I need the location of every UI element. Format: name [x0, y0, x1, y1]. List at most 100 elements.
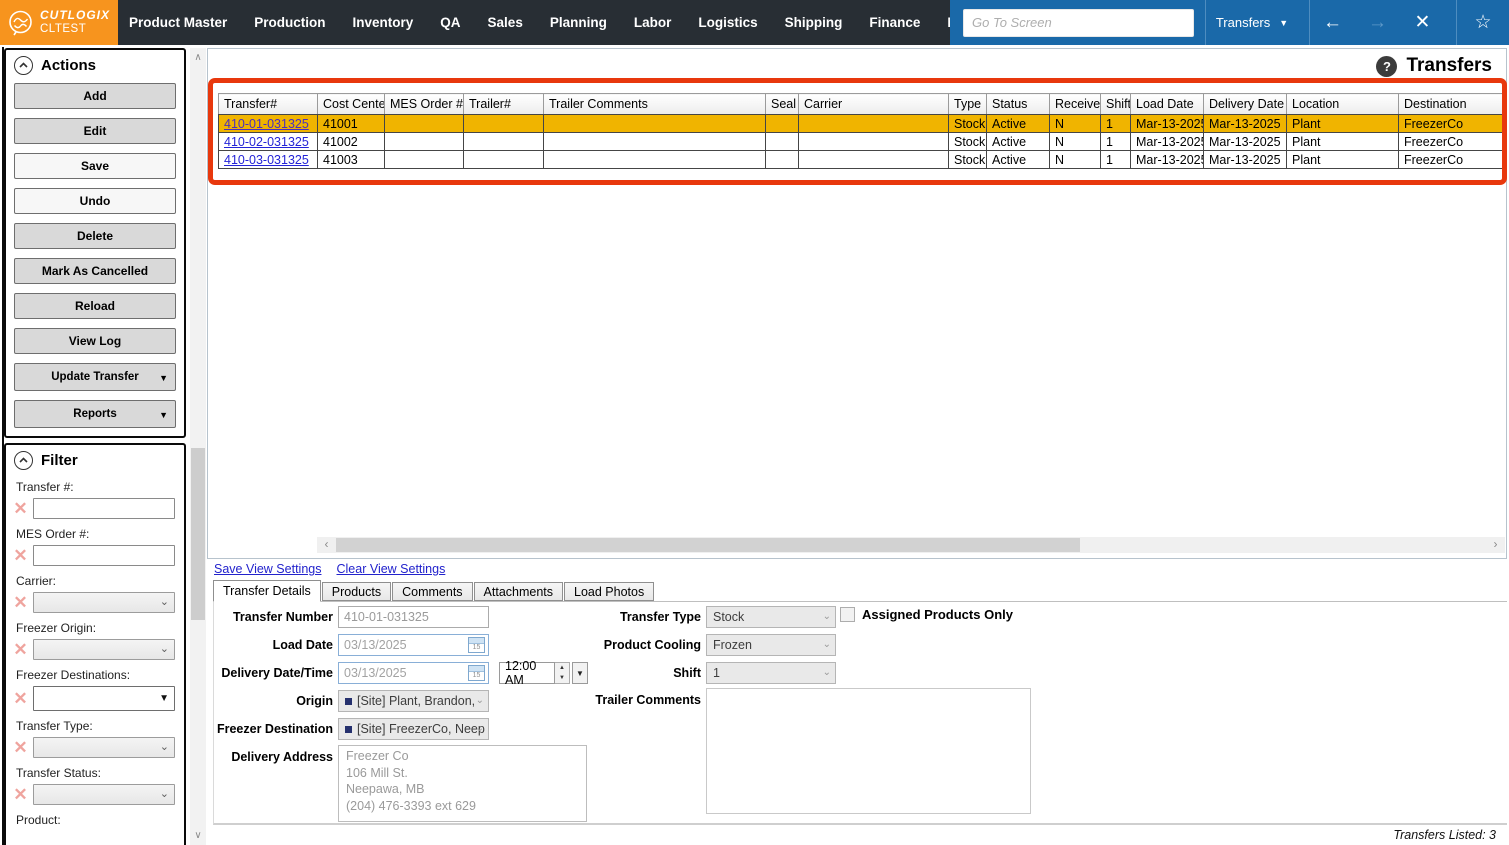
transfer-number-field[interactable]: 410-01-031325 [338, 606, 489, 628]
calendar-icon[interactable]: 15 [468, 665, 485, 681]
nav-item-labor[interactable]: Labor [634, 15, 672, 30]
close-screen-icon[interactable]: ✕ [1400, 11, 1445, 34]
cell-type: Stock [948, 150, 987, 169]
delivery-time-field[interactable]: 12:00 AM [499, 659, 555, 687]
load-date-field[interactable]: 03/13/2025 15 [338, 634, 489, 656]
save-button[interactable]: Save [14, 153, 176, 179]
nav-item-logistics[interactable]: Logistics [698, 15, 757, 30]
cell-received: N [1049, 114, 1101, 133]
add-button[interactable]: Add [14, 83, 176, 109]
delivery-date-field[interactable]: 03/13/2025 15 [338, 662, 489, 684]
column-header-seal[interactable]: Seal # [765, 93, 799, 115]
column-header-received[interactable]: Received [1049, 93, 1101, 115]
tab-comments[interactable]: Comments [392, 582, 473, 601]
horizontal-scrollbar-thumb[interactable] [336, 538, 1080, 552]
go-to-screen-input[interactable] [963, 8, 1194, 37]
filter-transfer-text[interactable] [33, 498, 175, 519]
filter-freezer-origin-select[interactable]: ⌄ [33, 639, 175, 660]
transfer-number-link[interactable]: 410-03-031325 [224, 153, 309, 167]
table-horizontal-scrollbar[interactable]: ‹ › [317, 537, 1505, 553]
nav-item-inventory[interactable]: Inventory [353, 15, 414, 30]
column-header-type[interactable]: Type [948, 93, 987, 115]
help-icon[interactable]: ? [1376, 55, 1398, 77]
nav-item-qa[interactable]: QA [440, 15, 460, 30]
tab-transfer-details[interactable]: Transfer Details [213, 580, 321, 602]
filter-label-freezer-origin: Freezer Origin: [16, 621, 97, 635]
scroll-right-icon[interactable]: › [1488, 537, 1503, 553]
product-cooling-dropdown[interactable]: Frozen ⌄ [706, 634, 836, 656]
filter-label-transfer-status: Transfer Status: [16, 766, 101, 780]
nav-item-production[interactable]: Production [254, 15, 325, 30]
save-view-settings-link[interactable]: Save View Settings [214, 562, 321, 576]
column-header-trailer[interactable]: Trailer# [463, 93, 544, 115]
filter-transfer-status-select[interactable]: ⌄ [33, 784, 175, 805]
delivery-date-value: 03/13/2025 [344, 666, 407, 680]
clear-filter-icon[interactable]: ✕ [11, 690, 30, 707]
clear-filter-icon[interactable]: ✕ [11, 500, 30, 517]
transfer-number-link[interactable]: 410-01-031325 [224, 117, 309, 131]
shift-dropdown[interactable]: 1 ⌄ [706, 662, 836, 684]
column-header-cost-center[interactable]: Cost Center [317, 93, 385, 115]
nav-item-finance[interactable]: Finance [869, 15, 920, 30]
clear-filter-icon[interactable]: ✕ [11, 786, 30, 803]
forward-icon[interactable]: → [1355, 12, 1400, 34]
back-icon[interactable]: ← [1310, 12, 1355, 34]
table-row[interactable]: 410-03-031325 41003 Stock Active N 1 Mar-13-20… [218, 150, 1503, 169]
reports-dropdown-button[interactable]: Reports ▼ [14, 400, 176, 428]
mark-as-cancelled-button[interactable]: Mark As Cancelled [14, 258, 176, 284]
clear-filter-icon[interactable]: ✕ [11, 547, 30, 564]
column-header-location[interactable]: Location [1286, 93, 1399, 115]
column-header-delivery-date[interactable]: Delivery Date [1203, 93, 1287, 115]
nav-item-product-master[interactable]: Product Master [129, 15, 227, 30]
clear-view-settings-link[interactable]: Clear View Settings [336, 562, 445, 576]
app-logo[interactable]: CUTLOGIX CLTEST [0, 0, 118, 45]
edit-button[interactable]: Edit [14, 118, 176, 144]
nav-item-sales[interactable]: Sales [488, 15, 523, 30]
tab-products[interactable]: Products [321, 582, 392, 601]
transfer-number-link[interactable]: 410-02-031325 [224, 135, 309, 149]
filter-carrier-select[interactable]: ⌄ [33, 592, 175, 613]
tab-attachments[interactable]: Attachments [473, 582, 564, 601]
screen-selector-dropdown[interactable]: Transfers ▼ [1206, 0, 1298, 45]
filter-freezer-destinations-combo[interactable]: ▼ [33, 686, 175, 711]
scroll-down-icon[interactable]: ∨ [190, 828, 206, 843]
reload-button[interactable]: Reload [14, 293, 176, 319]
nav-item-planning[interactable]: Planning [550, 15, 607, 30]
table-row[interactable]: 410-02-031325 41002 Stock Active N 1 Mar-13-20… [218, 132, 1503, 151]
undo-button[interactable]: Undo [14, 188, 176, 214]
column-header-carrier[interactable]: Carrier [798, 93, 949, 115]
sidebar-scrollbar[interactable]: ∧ ∨ [190, 48, 206, 845]
trailer-comments-field[interactable] [706, 688, 1031, 814]
delete-button[interactable]: Delete [14, 223, 176, 249]
favorite-star-icon[interactable]: ☆ [1461, 11, 1506, 34]
column-header-trailer-comments[interactable]: Trailer Comments [543, 93, 766, 115]
collapse-actions-icon[interactable] [14, 56, 33, 75]
clear-filter-icon[interactable]: ✕ [11, 594, 30, 611]
column-header-load-date[interactable]: Load Date [1130, 93, 1204, 115]
update-transfer-dropdown-button[interactable]: Update Transfer ▼ [14, 363, 176, 391]
sidebar-scrollbar-thumb[interactable] [191, 448, 205, 620]
column-header-transfer[interactable]: Transfer# [218, 93, 318, 115]
spinner-down-icon[interactable]: ▼ [555, 673, 569, 683]
collapse-filter-icon[interactable] [14, 451, 33, 470]
view-log-button[interactable]: View Log [14, 328, 176, 354]
column-header-status[interactable]: Status [986, 93, 1050, 115]
tab-load-photos[interactable]: Load Photos [564, 582, 655, 601]
spinner-up-icon[interactable]: ▲ [555, 663, 569, 673]
table-row[interactable]: 410-01-031325 41001 Stock Active N 1 Mar-13-20… [218, 114, 1503, 133]
clear-filter-icon[interactable]: ✕ [11, 739, 30, 756]
nav-item-shipping[interactable]: Shipping [785, 15, 843, 30]
filter-mes-order-text[interactable] [33, 545, 175, 566]
column-header-destination[interactable]: Destination [1398, 93, 1503, 115]
column-header-shift[interactable]: Shift [1100, 93, 1131, 115]
origin-dropdown[interactable]: [Site] Plant, Brandon, ⌄ [338, 690, 489, 712]
filter-transfer-type-select[interactable]: ⌄ [33, 737, 175, 758]
assigned-products-only-checkbox[interactable] [840, 607, 855, 622]
calendar-icon[interactable]: 15 [468, 637, 485, 653]
clear-filter-icon[interactable]: ✕ [11, 641, 30, 658]
column-header-mes-order[interactable]: MES Order # [384, 93, 464, 115]
scroll-left-icon[interactable]: ‹ [319, 537, 334, 553]
scroll-up-icon[interactable]: ∧ [190, 50, 206, 65]
transfer-type-dropdown[interactable]: Stock ⌄ [706, 606, 836, 628]
freezer-destination-dropdown[interactable]: [Site] FreezerCo, Neep ⌄ [338, 718, 489, 740]
